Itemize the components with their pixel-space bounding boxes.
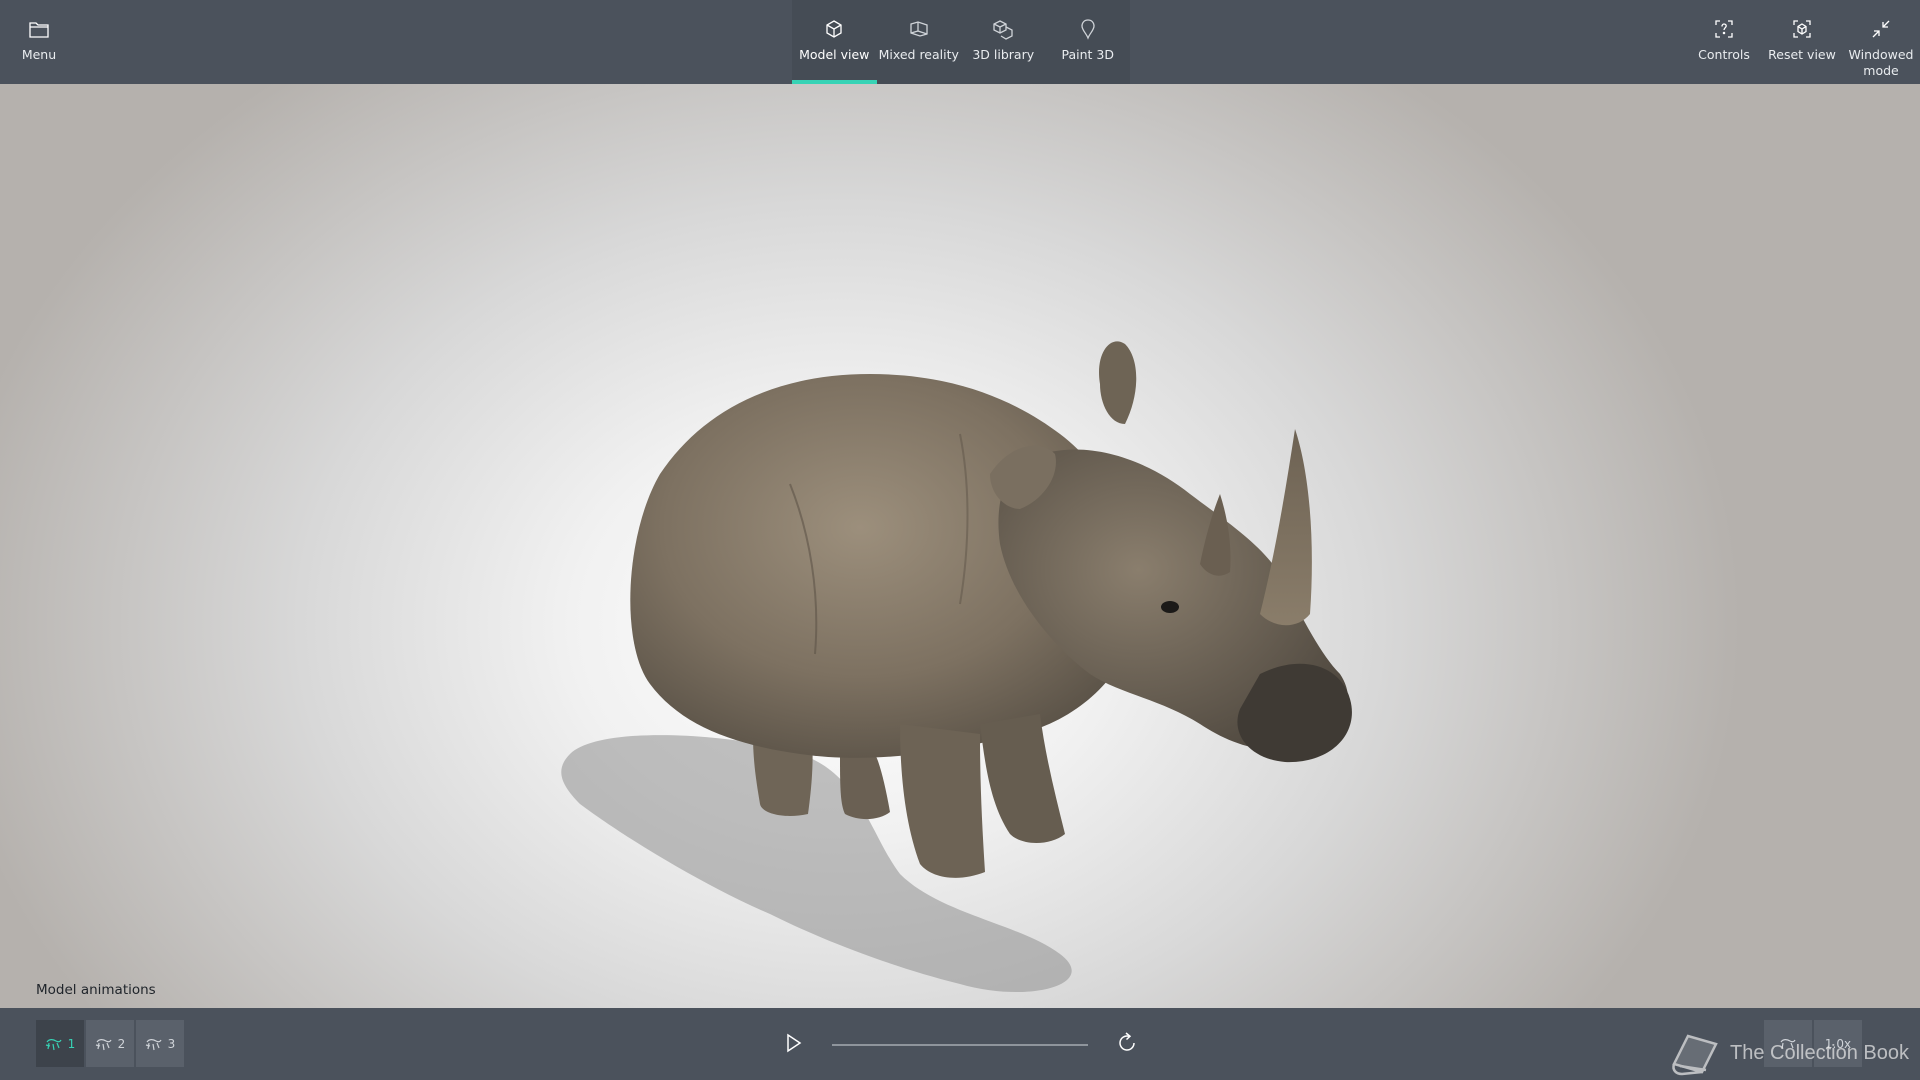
- menu-button[interactable]: Menu: [14, 0, 64, 84]
- mixed-reality-icon: [910, 21, 928, 37]
- animation-bar: 1 2 3 1.0x: [0, 1008, 1920, 1080]
- play-button[interactable]: [780, 1030, 806, 1056]
- watermark-text: The Collection Book: [1730, 1041, 1909, 1064]
- book-icon: [1672, 1034, 1718, 1076]
- animation-chip-label: 1: [67, 1036, 76, 1051]
- model-animations-label: Model animations: [36, 982, 156, 998]
- tab-paint-3d[interactable]: Paint 3D: [1046, 0, 1131, 84]
- view-tabs: Model view Mixed reality 3D library Pain…: [792, 0, 1130, 84]
- folder-icon: [29, 22, 49, 38]
- cube-icon: [826, 20, 842, 38]
- top-toolbar: Menu Model view Mixed reality 3D library: [0, 0, 1920, 84]
- model-viewport[interactable]: [0, 84, 1920, 1008]
- tab-label: 3D library: [972, 47, 1035, 62]
- animation-chip-2[interactable]: 2: [86, 1020, 134, 1067]
- animation-chip-label: 3: [167, 1036, 176, 1051]
- reset-view-icon: [1793, 20, 1811, 38]
- playback-progress-track[interactable]: [832, 1044, 1088, 1046]
- 3d-library-icon: [993, 20, 1013, 40]
- controls-button[interactable]: Controls: [1696, 0, 1752, 84]
- tab-label: Mixed reality: [878, 47, 959, 62]
- animation-chip-1[interactable]: 1: [36, 1020, 84, 1067]
- replay-icon: [1119, 1032, 1135, 1051]
- menu-label: Menu: [21, 47, 57, 62]
- windowed-mode-button[interactable]: Windowed mode: [1846, 0, 1916, 84]
- replay-button[interactable]: [1114, 1030, 1140, 1056]
- rhino-animation-icon: [45, 1038, 62, 1050]
- tab-label: Paint 3D: [1061, 47, 1114, 62]
- animation-chip-3[interactable]: 3: [136, 1020, 184, 1067]
- animation-chip-label: 2: [117, 1036, 126, 1051]
- controls-label: Controls: [1698, 47, 1750, 62]
- rhino-animation-icon: [95, 1038, 112, 1050]
- paint-drop-icon: [1081, 19, 1095, 40]
- collapse-icon: [1872, 20, 1890, 38]
- rhino-3d-model[interactable]: [540, 314, 1460, 1008]
- windowed-mode-label: Windowed mode: [1848, 47, 1914, 78]
- tab-model-view[interactable]: Model view: [792, 0, 877, 84]
- reset-view-button[interactable]: Reset view: [1768, 0, 1836, 84]
- play-icon: [787, 1033, 802, 1053]
- tab-3d-library[interactable]: 3D library: [961, 0, 1046, 84]
- tab-label: Model view: [799, 47, 870, 62]
- watermark: The Collection Book: [1668, 1030, 1909, 1076]
- tab-mixed-reality[interactable]: Mixed reality: [877, 0, 962, 84]
- rhino-animation-icon: [145, 1038, 162, 1050]
- controls-help-icon: [1715, 20, 1733, 38]
- reset-view-label: Reset view: [1768, 47, 1836, 62]
- animation-chips: 1 2 3: [36, 1020, 184, 1067]
